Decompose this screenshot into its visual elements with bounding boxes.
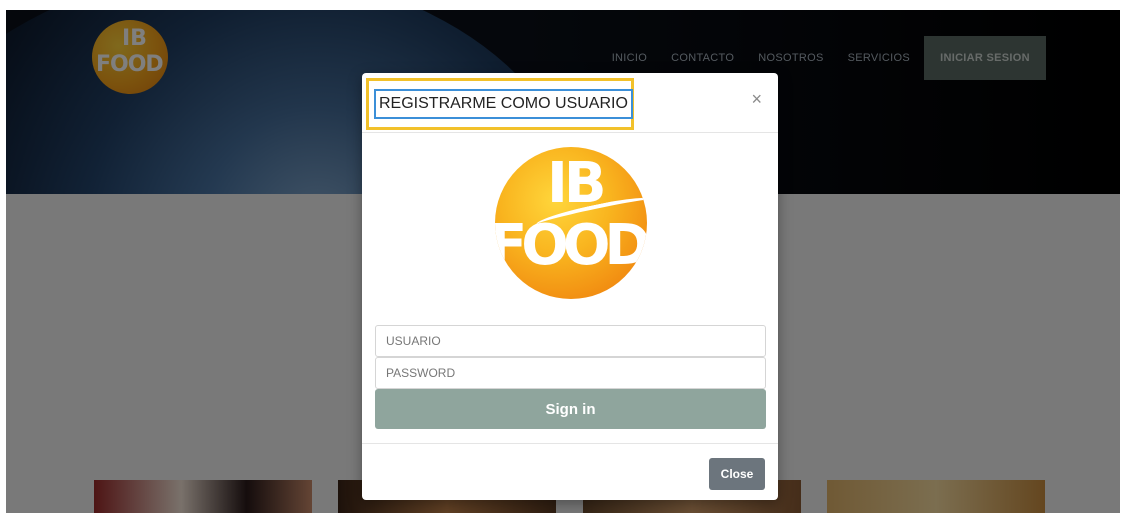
modal-header: REGISTRARME COMO USUARIO ×	[362, 73, 778, 133]
close-icon[interactable]: ×	[751, 89, 762, 109]
password-input[interactable]	[375, 357, 766, 389]
page: IB FOOD INICIO CONTACTO NOSOTROS SERVICI…	[6, 10, 1120, 513]
username-input[interactable]	[375, 325, 766, 357]
modal-logo: IB FOOD	[495, 147, 647, 299]
close-button[interactable]: Close	[709, 458, 765, 490]
modal-title[interactable]: REGISTRARME COMO USUARIO	[374, 89, 633, 119]
sign-in-button[interactable]: Sign in	[375, 389, 766, 429]
login-modal: REGISTRARME COMO USUARIO × IB FOOD Sign …	[362, 73, 778, 500]
modal-logo-text-bottom: FOOD	[495, 213, 647, 278]
login-form: Sign in	[375, 325, 766, 429]
modal-footer: Close	[362, 443, 778, 500]
